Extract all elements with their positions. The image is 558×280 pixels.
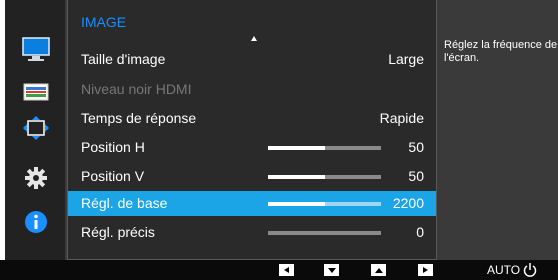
bottom-button-bar [0,260,558,280]
menu-item-value: 2200 [392,195,424,211]
up-arrow-icon[interactable] [371,264,386,276]
menu-item-value: 50 [408,139,424,155]
menu-item-position-v[interactable]: Position V 50 [68,164,436,189]
menu-item-value: 0 [416,224,424,240]
regl-precis-slider[interactable] [268,231,381,235]
menu-item-label: Taille d'image [81,51,166,67]
menu-item-temps-reponse[interactable]: Temps de réponse Rapide [68,106,436,131]
menu-item-label: Temps de réponse [81,110,197,126]
regl-de-base-slider[interactable] [268,202,381,206]
scroll-up-indicator-icon [251,36,257,41]
menu-item-niveau-noir-hdmi: Niveau noir HDMI [68,77,436,102]
right-arrow-icon[interactable] [418,264,433,276]
monitor-icon[interactable] [20,34,52,66]
screen-size-arrows-icon[interactable] [20,112,52,144]
menu-item-position-h[interactable]: Position H 50 [68,135,436,160]
position-h-slider[interactable] [268,146,381,150]
left-arrow-icon[interactable] [279,264,294,276]
slider-fill [268,146,325,150]
menu-item-label: Niveau noir HDMI [81,81,192,97]
auto-button[interactable]: AUTO [487,263,520,277]
sidebar [5,0,65,260]
menu-item-value: Large [388,51,424,67]
power-icon[interactable] [523,262,537,278]
menu-item-label: Régl. de base [81,195,168,211]
image-menu: IMAGE Taille d'image Large Niveau noir H… [67,0,437,260]
down-arrow-icon[interactable] [324,264,339,276]
settings-gear-icon[interactable] [20,162,52,194]
help-text: Réglez la fréquence de l'écran. [444,39,558,64]
menu-item-taille-image[interactable]: Taille d'image Large [68,47,436,72]
menu-item-value: 50 [408,168,424,184]
menu-item-label: Position V [81,168,145,184]
slider-fill [268,202,325,206]
menu-title: IMAGE [81,14,127,30]
menu-item-value: Rapide [379,110,424,126]
osd-window: IMAGE Taille d'image Large Niveau noir H… [5,0,558,260]
slider-fill [268,175,325,179]
menu-item-regl-precis[interactable]: Régl. précis 0 [68,220,436,245]
menu-item-regl-de-base[interactable]: Régl. de base 2200 [68,191,436,216]
menu-item-label: Position H [81,139,145,155]
position-v-slider[interactable] [268,175,381,179]
info-icon[interactable] [20,206,52,238]
menu-item-label: Régl. précis [81,224,155,240]
color-bars-icon[interactable] [20,76,52,108]
